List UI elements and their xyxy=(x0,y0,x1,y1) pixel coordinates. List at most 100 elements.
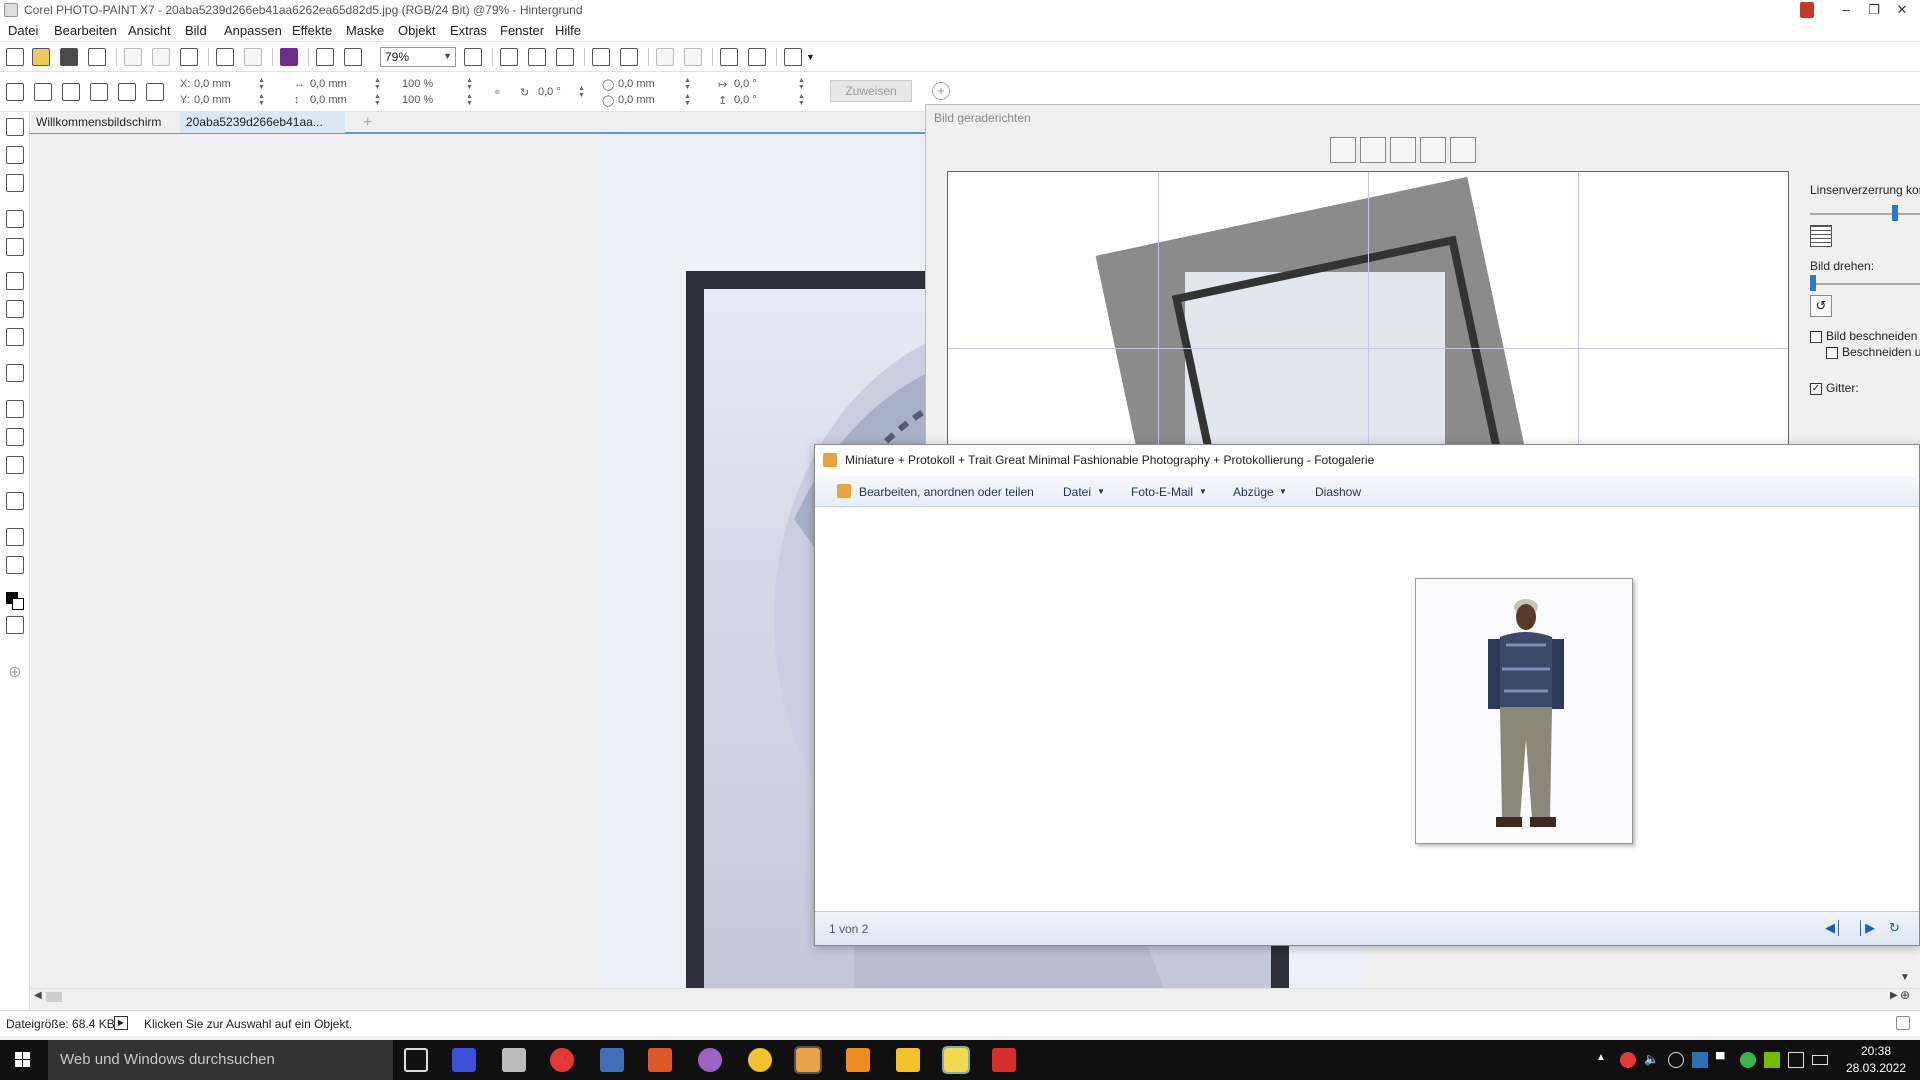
chevron-down-icon[interactable]: ▼ xyxy=(806,52,815,62)
add-tool-icon[interactable]: ⊕ xyxy=(6,662,24,681)
notifications-icon[interactable] xyxy=(1788,1052,1804,1068)
skew-v-field[interactable]: 0,0 ° xyxy=(734,94,757,108)
zoom-100-icon[interactable] xyxy=(1450,137,1476,163)
save-icon[interactable] xyxy=(60,48,78,66)
chrome-icon[interactable] xyxy=(748,1048,772,1072)
status-settings-icon[interactable] xyxy=(1896,1016,1910,1030)
restore-button[interactable]: ❐ xyxy=(1860,0,1888,20)
signal-icon[interactable]: ▀ xyxy=(1716,1052,1732,1068)
photo-viewer-icon[interactable] xyxy=(600,1048,624,1072)
vlc-icon[interactable] xyxy=(846,1048,870,1072)
next-icon[interactable]: │▶ xyxy=(1857,920,1875,936)
zoom-tool-icon[interactable] xyxy=(6,238,24,256)
start-button[interactable] xyxy=(0,1040,46,1080)
rotate-slider-thumb[interactable] xyxy=(1810,275,1816,291)
acrobat-icon[interactable] xyxy=(648,1048,672,1072)
copy-icon[interactable] xyxy=(152,48,170,66)
rulers-icon[interactable] xyxy=(500,48,518,66)
menu-effekte[interactable]: Effekte xyxy=(292,23,332,38)
y-field[interactable]: 0,0 mm xyxy=(194,94,231,108)
nvidia-icon[interactable] xyxy=(1764,1052,1780,1068)
corel-connect-icon[interactable] xyxy=(280,48,298,66)
tab-welcome[interactable]: Willkommensbildschirm xyxy=(30,112,180,133)
menu-bearbeiten[interactable]: Bearbeiten xyxy=(54,23,117,38)
file-menu-button[interactable]: Datei xyxy=(1063,485,1091,499)
undo-icon[interactable] xyxy=(216,48,234,66)
width-spinner[interactable]: ▲ ▼ xyxy=(374,77,384,91)
crop-resample-checkbox[interactable] xyxy=(1826,347,1838,359)
keyboard-icon[interactable] xyxy=(1812,1055,1828,1065)
lock-transparency-icon[interactable] xyxy=(684,48,702,66)
rotate-reset-icon[interactable]: ↺ xyxy=(1810,295,1832,317)
firefox-icon[interactable] xyxy=(452,1048,476,1072)
horizontal-scrollbar[interactable]: ◀ ▶ xyxy=(30,988,1920,1004)
tray-app-icon[interactable] xyxy=(1692,1052,1708,1068)
navigator-zoom-icon[interactable]: ⊕ xyxy=(1900,988,1920,1004)
options-icon[interactable] xyxy=(748,48,766,66)
y-spinner[interactable]: ▲ ▼ xyxy=(258,93,268,107)
perspective-tool-icon[interactable] xyxy=(146,83,164,101)
scale-x-field[interactable]: 100 % xyxy=(402,78,433,92)
prints-button[interactable]: Abzüge xyxy=(1233,485,1274,499)
skew-tool-icon[interactable] xyxy=(90,83,108,101)
volume-icon[interactable]: 🔈 xyxy=(1644,1052,1660,1068)
rectangle-tool-icon[interactable] xyxy=(6,428,24,446)
user-icon[interactable] xyxy=(1800,2,1814,18)
tab-document[interactable]: 20aba5239d266eb41aa... xyxy=(180,112,345,133)
slideshow-button[interactable]: Diashow xyxy=(1315,485,1361,499)
skew-h-spinner[interactable]: ▲ ▼ xyxy=(798,77,808,91)
clone-tool-icon[interactable] xyxy=(6,300,24,318)
taskbar-clock[interactable]: 20:38 28.03.2022 xyxy=(1840,1043,1912,1077)
tray-chevron-up-icon[interactable]: ▲ xyxy=(1596,1052,1612,1068)
edit-organize-share-button[interactable]: Bearbeiten, anordnen oder teilen xyxy=(859,485,1034,499)
lock-ratio-icon[interactable]: ● xyxy=(494,86,501,98)
menu-anpassen[interactable]: Anpassen xyxy=(224,23,282,38)
rotation-field[interactable]: 0,0 ° xyxy=(538,86,561,100)
zoom-out-icon[interactable] xyxy=(1390,137,1416,163)
media-app-icon[interactable] xyxy=(992,1048,1016,1072)
paper-color-swatch[interactable] xyxy=(6,616,24,634)
center-x-field[interactable]: 0,0 mm xyxy=(618,78,655,92)
assign-button[interactable]: Zuweisen xyxy=(830,80,912,102)
eyedropper-tool-icon[interactable] xyxy=(6,528,24,546)
taskbar-search-box[interactable]: Web und Windows durchsuchen xyxy=(48,1040,393,1080)
rotate-icon[interactable]: ↻ xyxy=(1889,920,1907,936)
add-tab-icon[interactable]: + xyxy=(363,114,372,132)
mask-overlay-icon[interactable] xyxy=(592,48,610,66)
zoom-fit-icon[interactable] xyxy=(1420,137,1446,163)
rotate-tool-icon[interactable] xyxy=(34,83,52,101)
photo-email-button[interactable]: Foto-E-Mail xyxy=(1131,485,1193,499)
print-icon[interactable] xyxy=(88,48,106,66)
x-field[interactable]: 0,0 mm xyxy=(194,78,231,92)
corel-photo-paint-icon[interactable] xyxy=(942,1046,970,1074)
brush-tool-icon[interactable] xyxy=(6,456,24,474)
image-size-icon[interactable] xyxy=(720,48,738,66)
smear-tool-icon[interactable] xyxy=(6,328,24,346)
scroll-left-icon[interactable]: ◀ xyxy=(34,990,42,1001)
center-y-spinner[interactable]: ▲ ▼ xyxy=(684,93,694,107)
fill-tool-icon[interactable] xyxy=(6,556,24,574)
new-icon[interactable] xyxy=(6,48,24,66)
redeye-tool-icon[interactable] xyxy=(6,272,24,290)
mask-tool-icon[interactable] xyxy=(6,174,24,192)
menu-maske[interactable]: Maske xyxy=(346,23,384,38)
hand-tool-icon[interactable] xyxy=(1330,137,1356,163)
previous-icon[interactable]: ◀│ xyxy=(1825,920,1843,936)
menu-extras[interactable]: Extras xyxy=(450,23,487,38)
photo-gallery-taskbar-icon[interactable] xyxy=(794,1046,822,1074)
open-icon[interactable] xyxy=(32,48,50,66)
file-archiver-icon[interactable] xyxy=(502,1048,526,1072)
background-color-swatch[interactable] xyxy=(12,598,24,610)
menu-bild[interactable]: Bild xyxy=(185,23,207,38)
full-screen-preview-icon[interactable] xyxy=(464,48,482,66)
grid-checkbox[interactable]: ✓ xyxy=(1810,383,1822,395)
mask-marquee-icon[interactable] xyxy=(620,48,638,66)
zoom-select[interactable]: 79% ▼ xyxy=(380,47,456,67)
position-tool-icon[interactable] xyxy=(6,146,24,164)
pick-tool-icon[interactable] xyxy=(6,118,24,136)
zoom-in-icon[interactable] xyxy=(1360,137,1386,163)
width-field[interactable]: 0,0 mm xyxy=(310,78,347,92)
effect-tool-icon[interactable] xyxy=(6,492,24,510)
close-button[interactable]: ✕ xyxy=(1888,0,1916,20)
opera-icon[interactable] xyxy=(550,1048,574,1072)
